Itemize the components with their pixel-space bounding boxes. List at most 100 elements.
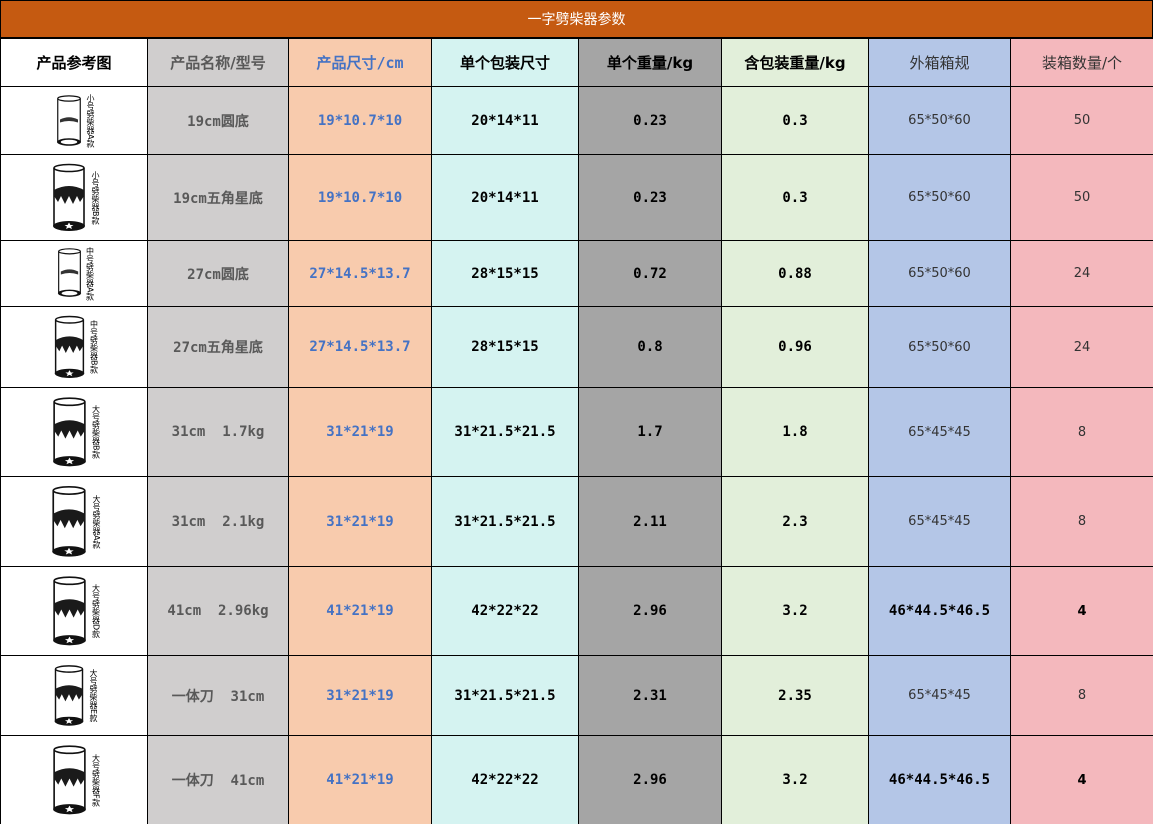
- header-carton: 外箱箱规: [868, 38, 1011, 87]
- product-size: 41*21*19: [288, 735, 432, 824]
- product-image-label: 大号劈柴器A款: [92, 494, 101, 549]
- product-image-label: 中号劈柴器A款: [85, 246, 95, 301]
- unit-weight: 0.8: [578, 306, 722, 388]
- unit-weight: 0.23: [578, 86, 722, 155]
- product-image-label: 大号劈柴器D款: [91, 583, 101, 639]
- carton-quantity: 24: [1010, 240, 1153, 307]
- header-name: 产品名称/型号: [147, 38, 289, 87]
- log-splitter-star-base-icon: [52, 485, 86, 557]
- table-row: 小号劈柴器B款 19cm五角星底 19*10.7*10 20*14*11 0.2…: [0, 154, 1153, 241]
- header-row: 产品参考图 产品名称/型号 产品尺寸/cm 单个包装尺寸 单个重量/kg 含包装…: [0, 38, 1153, 87]
- product-name: 27cm五角星底: [147, 306, 289, 388]
- log-splitter-star-base-icon: [52, 396, 86, 466]
- carton-quantity: 8: [1010, 476, 1153, 567]
- carton-size: 65*50*60: [868, 240, 1011, 307]
- product-size: 27*14.5*13.7: [288, 306, 432, 388]
- carton-size: 65*45*45: [868, 476, 1011, 567]
- pack-size: 42*22*22: [431, 735, 579, 824]
- product-image-cell: 大号劈柴器A款: [0, 476, 148, 567]
- product-name: 27cm圆底: [147, 240, 289, 307]
- pack-size: 28*15*15: [431, 306, 579, 388]
- gross-weight: 0.3: [721, 86, 869, 155]
- product-size: 31*21*19: [288, 387, 432, 477]
- unit-weight: 2.96: [578, 735, 722, 824]
- gross-weight: 0.88: [721, 240, 869, 307]
- product-name: 31cm 1.7kg: [147, 387, 289, 477]
- unit-weight: 0.23: [578, 154, 722, 241]
- table-row: 大号劈柴器D款 41cm 2.96kg 41*21*19 42*22*22 2.…: [0, 566, 1153, 656]
- product-image-label: 小号劈柴器A款: [86, 93, 95, 148]
- pack-size: 20*14*11: [431, 86, 579, 155]
- product-name: 31cm 2.1kg: [147, 476, 289, 567]
- log-splitter-round-base-icon: [57, 94, 81, 146]
- product-image-cell: 大号劈柴器B款: [0, 387, 148, 477]
- gross-weight: 0.3: [721, 154, 869, 241]
- log-splitter-round-base-icon: [57, 248, 81, 298]
- pack-size: 31*21.5*21.5: [431, 387, 579, 477]
- table-row: 大号劈柴器F款 一体刀 41cm 41*21*19 42*22*22 2.96 …: [0, 735, 1153, 824]
- gross-weight: 2.35: [721, 655, 869, 736]
- product-image-cell: 小号劈柴器A款: [0, 86, 148, 155]
- header-size: 产品尺寸/cm: [288, 38, 432, 87]
- product-name: 19cm五角星底: [147, 154, 289, 241]
- table-row: 小号劈柴器A款 19cm圆底 19*10.7*10 20*14*11 0.23 …: [0, 86, 1153, 155]
- log-splitter-star-base-icon: [52, 575, 86, 645]
- table-row: 大号劈柴器B款 31cm 1.7kg 31*21*19 31*21.5*21.5…: [0, 387, 1153, 477]
- carton-quantity: 50: [1010, 154, 1153, 241]
- carton-quantity: 8: [1010, 387, 1153, 477]
- log-splitter-star-base-icon: [54, 664, 84, 726]
- product-name: 一体刀 31cm: [147, 655, 289, 736]
- product-name: 一体刀 41cm: [147, 735, 289, 824]
- product-image-cell: 大号劈柴器D款: [0, 566, 148, 656]
- product-size: 41*21*19: [288, 566, 432, 656]
- carton-size: 65*45*45: [868, 387, 1011, 477]
- product-image-cell: 中号劈柴器A款: [0, 240, 148, 307]
- product-size: 31*21*19: [288, 476, 432, 567]
- carton-quantity: 24: [1010, 306, 1153, 388]
- carton-size: 65*45*45: [868, 655, 1011, 736]
- table-row: 中号劈柴器B款 27cm五角星底 27*14.5*13.7 28*15*15 0…: [0, 306, 1153, 388]
- carton-quantity: 8: [1010, 655, 1153, 736]
- carton-size: 65*50*60: [868, 154, 1011, 241]
- pack-size: 28*15*15: [431, 240, 579, 307]
- header-gross-weight: 含包装重量/kg: [721, 38, 869, 87]
- unit-weight: 2.11: [578, 476, 722, 567]
- log-splitter-star-base-icon: [54, 315, 84, 378]
- product-name: 41cm 2.96kg: [147, 566, 289, 656]
- gross-weight: 2.3: [721, 476, 869, 567]
- log-splitter-star-base-icon: [53, 163, 85, 231]
- table-row: 大号劈柴器A款 31cm 2.1kg 31*21*19 31*21.5*21.5…: [0, 476, 1153, 567]
- carton-size: 65*50*60: [868, 86, 1011, 155]
- pack-size: 31*21.5*21.5: [431, 655, 579, 736]
- header-quantity: 装箱数量/个: [1010, 38, 1153, 87]
- unit-weight: 2.96: [578, 566, 722, 656]
- product-size: 19*10.7*10: [288, 154, 432, 241]
- carton-size: 46*44.5*46.5: [868, 735, 1011, 824]
- product-size: 19*10.7*10: [288, 86, 432, 155]
- carton-quantity: 50: [1010, 86, 1153, 155]
- product-name: 19cm圆底: [147, 86, 289, 155]
- gross-weight: 0.96: [721, 306, 869, 388]
- spec-sheet: 一字劈柴器参数 产品参考图 产品名称/型号 产品尺寸/cm 单个包装尺寸 单个重…: [0, 0, 1153, 824]
- product-image-label: 大号劈柴器B款: [91, 405, 101, 459]
- product-size: 27*14.5*13.7: [288, 240, 432, 307]
- product-image-label: 小号劈柴器B款: [91, 170, 100, 225]
- pack-size: 31*21.5*21.5: [431, 476, 579, 567]
- header-weight: 单个重量/kg: [578, 38, 722, 87]
- product-image-label: 大号劈柴器F款: [91, 753, 101, 807]
- product-image-cell: 大号劈柴器F款: [0, 735, 148, 824]
- product-size: 31*21*19: [288, 655, 432, 736]
- carton-quantity: 4: [1010, 735, 1153, 824]
- gross-weight: 3.2: [721, 566, 869, 656]
- unit-weight: 1.7: [578, 387, 722, 477]
- pack-size: 42*22*22: [431, 566, 579, 656]
- product-image-cell: 小号劈柴器B款: [0, 154, 148, 241]
- carton-size: 65*50*60: [868, 306, 1011, 388]
- pack-size: 20*14*11: [431, 154, 579, 241]
- header-pack-size: 单个包装尺寸: [431, 38, 579, 87]
- product-image-cell: 中号劈柴器B款: [0, 306, 148, 388]
- unit-weight: 0.72: [578, 240, 722, 307]
- carton-size: 46*44.5*46.5: [868, 566, 1011, 656]
- table-row: 中号劈柴器A款 27cm圆底 27*14.5*13.7 28*15*15 0.7…: [0, 240, 1153, 307]
- log-splitter-star-base-icon: [52, 744, 86, 814]
